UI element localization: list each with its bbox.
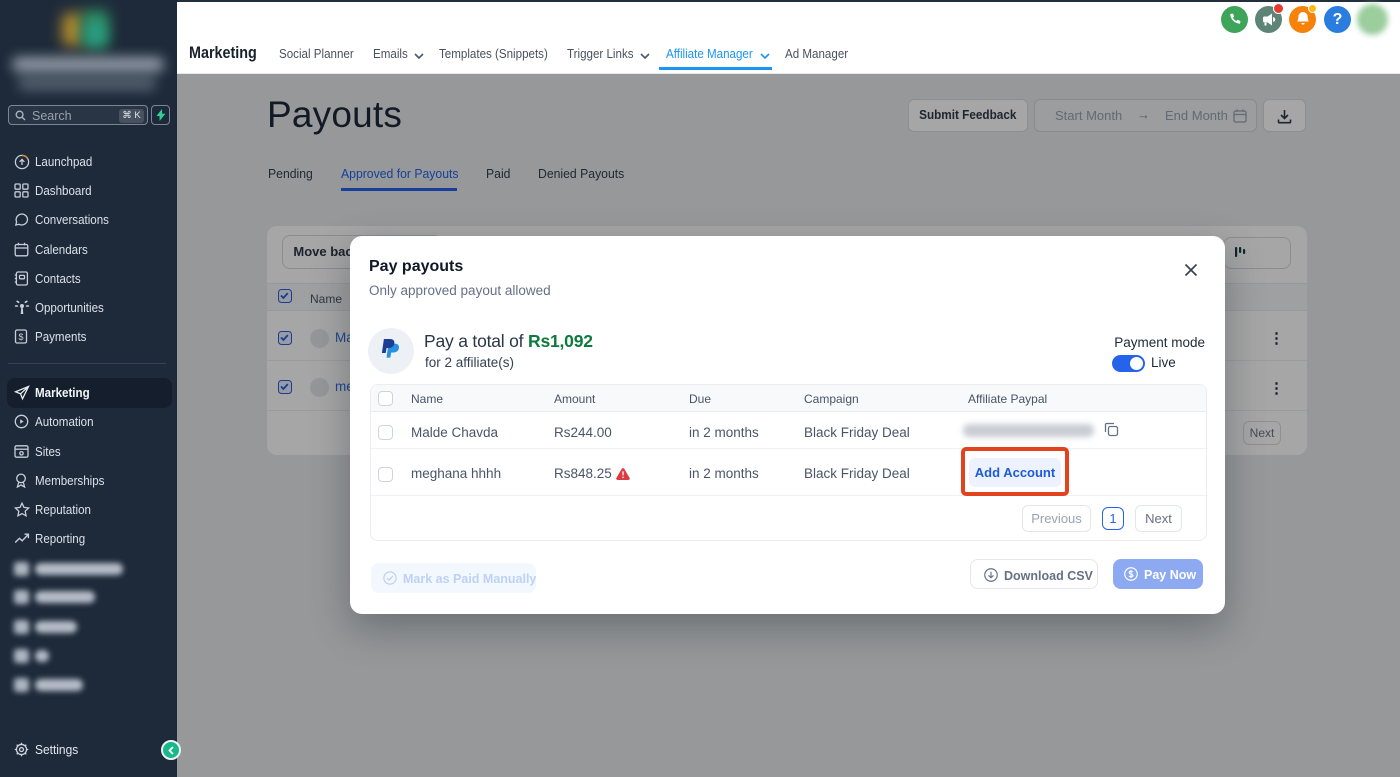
- svg-text:$: $: [18, 332, 23, 342]
